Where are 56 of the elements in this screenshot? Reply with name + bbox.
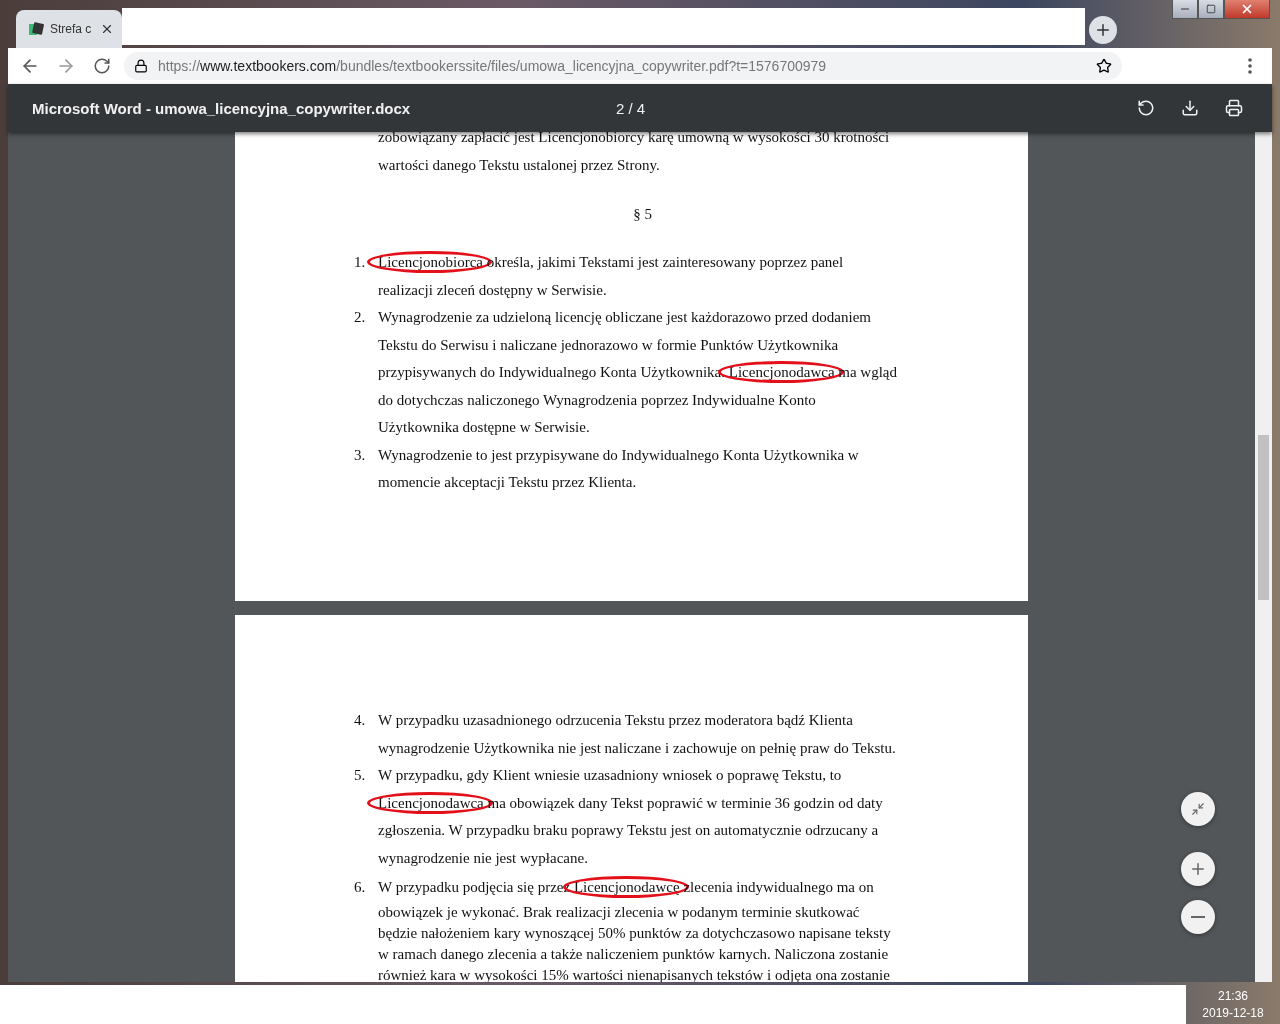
- text-line: obowiązek je wykonać. Brak realizacji zlecenia w podanym terminie skutkować: [377, 902, 861, 922]
- close-icon: [1240, 2, 1254, 16]
- text-line: będzie nałożeniem kary wynoszącej 50% punktów za dotychczasowo napisane teksty: [377, 923, 892, 943]
- text-line: Licencjonobiorca określa, jakimi Tekstami jest zainteresowany poprzez panel: [366, 249, 941, 277]
- text-line: wynagrodzenie Użytkownika nie jest naliczane i zachowuje on pełnię praw do Tekstu.: [377, 738, 897, 758]
- document-title: Microsoft Word - umowa_licencyjna_copywriter.docx: [32, 99, 412, 117]
- text-line: do dotychczas naliczonego Wynagrodzenia poprzez Indywidualne Konto: [377, 390, 817, 410]
- minus-icon: [1191, 916, 1205, 918]
- list-number: 2.: [354, 308, 367, 327]
- text-line: wynagrodzenie nie jest wypłacane.: [377, 848, 589, 868]
- address-field[interactable]: https://www.textbookers.com/bundles/textbookerssite/files/umowa_licencyjna_copywriter.pdf?t=1576700979: [124, 52, 1122, 80]
- printer-icon: [1225, 99, 1243, 117]
- rotate-icon: [1137, 99, 1155, 117]
- text-line: W przypadku uzasadnionego odrzucenia Tekstu przez moderatora bądź Klienta: [377, 711, 854, 730]
- text-line: wartości danego Tekstu ustalonej przez Strony.: [377, 155, 661, 175]
- text-line: Wynagrodzenie to jest przypisywane do Indywidualnego Konta Użytkownika w: [377, 445, 860, 465]
- book-icon: [28, 21, 44, 37]
- close-icon[interactable]: [100, 22, 114, 36]
- text-line: zobowiązany zapłacić jest Licencjonobiorcy karę umowną w wysokości 30 krotności: [377, 132, 891, 147]
- text-line: W przypadku, gdy Klient wniesie uzasadniony wniosek o poprawę Tekstu, to: [377, 766, 843, 785]
- plus-icon: [1094, 21, 1112, 39]
- maximize-icon: [1206, 4, 1216, 14]
- text-line: w ramach danego zlecenia a także naliczeniem punktów karnych. Naliczona zostanie: [377, 944, 890, 964]
- section-heading: § 5: [633, 206, 652, 222]
- lock-icon: [134, 59, 148, 73]
- text-line: przypisywanych do Indywidualnego Konta Użytkownika. Licencjonodawca ma wgląd: [366, 359, 941, 387]
- close-button[interactable]: [1224, 0, 1270, 19]
- download-icon: [1181, 99, 1199, 117]
- list-number: 5.: [354, 766, 367, 785]
- shrink-arrows-icon: [1191, 802, 1205, 816]
- list-number: 3.: [354, 445, 367, 465]
- text-line: momencie akceptacji Tekstu przez Klienta.: [377, 473, 638, 492]
- text-line: również kara w wysokości 15% wartości nienapisanych tekstów i odjęta ona zostanie: [377, 965, 891, 982]
- text-line: realizacji zleceń dostępny w Serwisie.: [377, 280, 608, 300]
- scrollbar-thumb[interactable]: [1258, 435, 1269, 600]
- taskbar-clock[interactable]: 21:36 2019-12-18: [1186, 985, 1280, 1024]
- reload-icon: [93, 57, 111, 75]
- list-number: 1.: [354, 253, 367, 272]
- zoom-out-button[interactable]: [1181, 900, 1215, 934]
- text-line: Użytkownika dostępne w Serwisie.: [377, 418, 591, 437]
- text-line: zgłoszenia. W przypadku braku poprawy Tekstu jest on automatycznie odrzucany a: [377, 821, 880, 840]
- text-line: Wynagrodzenie za udzieloną licencję obliczane jest każdorazowo przed dodaniem: [377, 308, 873, 327]
- list-number: 4.: [354, 711, 367, 730]
- menu-icon: [1248, 58, 1252, 74]
- page-indicator: 2 / 4: [616, 99, 646, 117]
- new-tab-button[interactable]: [1089, 16, 1117, 44]
- bookmark-star-icon[interactable]: [1096, 58, 1112, 74]
- list-number: 6.: [354, 878, 367, 897]
- plus-icon: [1189, 860, 1207, 878]
- scrollbar[interactable]: [1255, 132, 1272, 982]
- maximize-button[interactable]: [1198, 0, 1224, 19]
- minimize-button[interactable]: [1172, 0, 1198, 19]
- fit-page-button[interactable]: [1181, 792, 1215, 826]
- browser-tab[interactable]: Strefa c: [16, 10, 122, 48]
- text-line: Tekstu do Serwisu i naliczane jednorazowo w formie Punktów Użytkownika: [377, 335, 840, 355]
- zoom-in-button[interactable]: [1181, 852, 1215, 886]
